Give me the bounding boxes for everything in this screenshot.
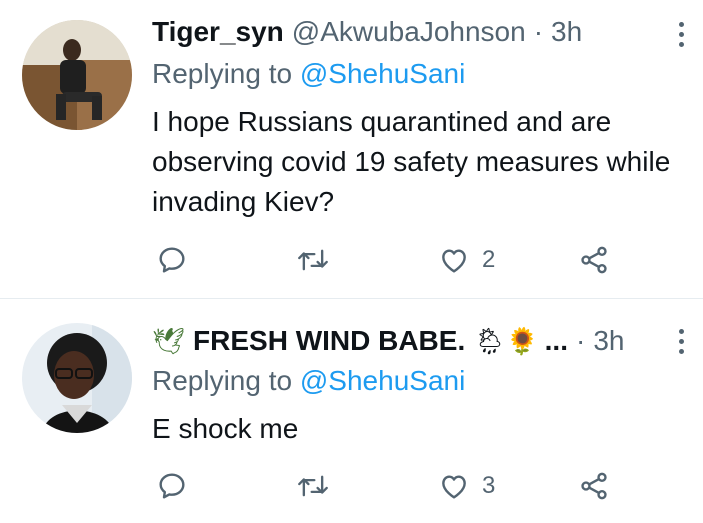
tweet[interactable]: 🕊 FRESH WIND BABE. 🌦🌻 ... · 3h Replying …: [0, 299, 703, 523]
like-icon: [442, 249, 466, 273]
user-handle[interactable]: @AkwubaJohnson: [292, 16, 526, 48]
replying-to-link[interactable]: @ShehuSani: [300, 58, 465, 89]
timestamp[interactable]: 3h: [551, 16, 582, 48]
replying-to-label: Replying to: [152, 58, 293, 89]
dove-icon: 🕊: [152, 325, 186, 356]
name-emojis: 🌦🌻: [473, 325, 539, 356]
tweet[interactable]: Tiger_syn @AkwubaJohnson · 3h Replying t…: [0, 0, 703, 298]
retweet-button[interactable]: [296, 466, 330, 506]
share-icon: [581, 472, 607, 500]
display-name[interactable]: FRESH WIND BABE.: [193, 325, 465, 357]
like-icon: [442, 475, 466, 499]
retweet-button[interactable]: [296, 240, 330, 280]
like-button[interactable]: 2: [438, 240, 495, 280]
more-icon[interactable]: [677, 22, 685, 47]
like-button[interactable]: 3: [438, 466, 495, 506]
replying-to: Replying to @ShehuSani: [152, 365, 465, 397]
separator-dot: ·: [575, 325, 586, 356]
share-button[interactable]: [578, 466, 610, 506]
replying-to-link[interactable]: @ShehuSani: [300, 365, 465, 396]
reply-icon: [159, 247, 185, 273]
tweet-text: E shock me: [152, 413, 299, 444]
replying-to: Replying to @ShehuSani: [152, 58, 465, 90]
reply-button[interactable]: [156, 240, 188, 280]
avatar[interactable]: [22, 20, 132, 130]
like-count: 2: [482, 246, 496, 273]
retweet-icon: [298, 475, 328, 497]
display-name[interactable]: Tiger_syn: [152, 16, 284, 48]
separator-dot: ·: [533, 16, 544, 47]
tweet-text: I hope Russians quarantined and are obse…: [152, 106, 671, 217]
share-button[interactable]: [578, 240, 610, 280]
retweet-icon: [298, 249, 328, 271]
avatar[interactable]: [22, 323, 132, 433]
timestamp[interactable]: 3h: [593, 325, 624, 357]
tweet-actions: 2: [152, 240, 622, 280]
like-count: 3: [482, 472, 496, 499]
name-ellipsis: ...: [544, 325, 568, 356]
reply-icon: [159, 473, 185, 499]
share-icon: [581, 246, 607, 274]
tweet-actions: 3: [152, 466, 622, 506]
more-icon[interactable]: [677, 329, 685, 354]
replying-to-label: Replying to: [152, 365, 293, 396]
reply-button[interactable]: [156, 466, 188, 506]
tweet-header: 🕊 FRESH WIND BABE. 🌦🌻 ... · 3h: [152, 323, 624, 359]
tweet-header: Tiger_syn @AkwubaJohnson · 3h: [152, 14, 582, 50]
